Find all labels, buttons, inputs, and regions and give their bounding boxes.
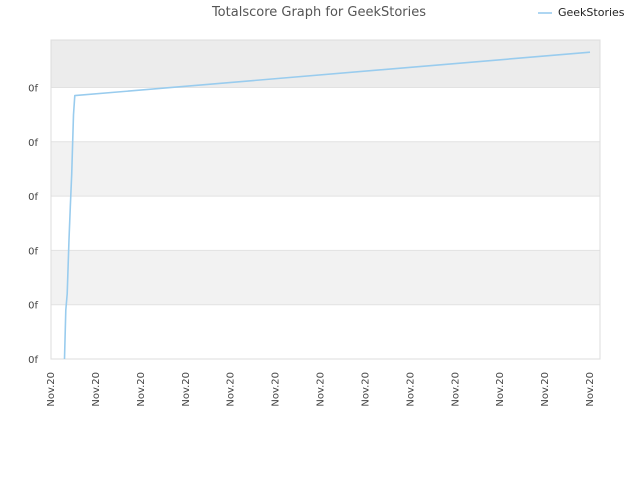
y-tick-label: 0f	[28, 355, 38, 366]
x-tick-label: Nov.20	[226, 372, 237, 407]
x-tick-label: Nov.20	[181, 372, 192, 407]
x-tick-label: Nov.20	[271, 372, 282, 407]
x-tick-label: Nov.20	[540, 372, 551, 407]
x-tick-label: Nov.20	[46, 372, 57, 407]
x-tick-label: Nov.20	[585, 372, 596, 407]
plot-band	[51, 141, 600, 197]
x-tick-label: Nov.20	[316, 372, 327, 407]
legend-label-geekstories: GeekStories	[558, 6, 625, 19]
y-tick-label: 0f	[28, 246, 38, 257]
x-tick-label: Nov.20	[91, 372, 102, 407]
y-tick-label: 0f	[28, 138, 38, 149]
y-tick-label: 0f	[28, 301, 38, 312]
y-tick-label: 0f	[28, 84, 38, 95]
plot-band	[51, 196, 600, 251]
x-tick-label: Nov.20	[405, 372, 416, 407]
totalscore-chart: Totalscore Graph for GeekStories GeekSto…	[28, 5, 625, 407]
plot-band	[51, 87, 600, 142]
plot-band	[51, 304, 600, 359]
x-tick-label: Nov.20	[450, 372, 461, 407]
x-tick-label: Nov.20	[495, 372, 506, 407]
chart-title: Totalscore Graph for GeekStories	[211, 5, 426, 20]
legend: GeekStories	[538, 6, 625, 19]
plot-band	[51, 40, 600, 88]
y-tick-label: 0f	[28, 192, 38, 203]
x-tick-label: Nov.20	[136, 372, 147, 407]
x-tick-label: Nov.20	[360, 372, 371, 407]
plot-band	[51, 250, 600, 305]
